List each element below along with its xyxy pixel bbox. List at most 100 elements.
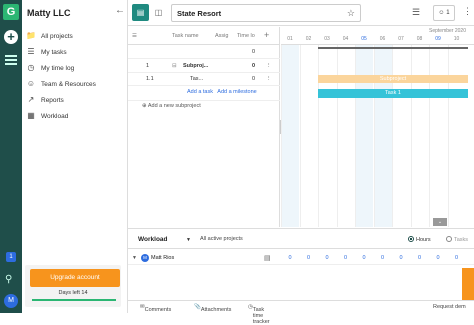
row-number: 1 — [146, 63, 150, 69]
row-menu-icon[interactable]: ⋮ — [266, 76, 272, 82]
sidebar-item-reports[interactable]: ↗ Reports — [26, 92, 126, 108]
task-bar[interactable]: Task 1 — [318, 89, 468, 98]
workload-value: 0 — [380, 255, 385, 261]
gantt-day-column — [447, 45, 466, 227]
gantt-day-label: 07 — [398, 36, 404, 42]
chevron-down-icon[interactable]: ▼ — [186, 237, 191, 243]
gantt-day-column — [318, 45, 336, 227]
gantt-day-label: 09 — [435, 36, 441, 42]
app-logo[interactable]: G — [3, 4, 19, 20]
month-label: September 2020 — [429, 28, 466, 34]
workload-value: 0 — [325, 255, 329, 261]
workload-panel: Workload ▼ All active projects Hours Tas… — [128, 228, 474, 300]
table-row: 0 — [128, 46, 280, 59]
top-bar: ▤ ◫ State Resort ☆ ☰ ☺ 1 ⋮ — [128, 0, 474, 26]
upgrade-button[interactable]: Upgrade account — [30, 269, 120, 287]
workload-value: 0 — [417, 255, 422, 261]
notification-badge[interactable]: 1 — [6, 252, 16, 262]
row-name[interactable]: Tas... — [190, 76, 203, 82]
workload-value: 0 — [436, 255, 440, 261]
workload-value: 0 — [362, 255, 366, 261]
attachments-button[interactable]: 📎 Attachments — [194, 304, 231, 313]
row-name[interactable]: Subproj... — [183, 63, 208, 69]
workload-value: 0 — [288, 255, 292, 261]
gantt-chart: September 2020 01 02 03 04 05 06 07 08 09 10 Subp… — [281, 27, 474, 227]
gantt-days-header: 01 02 03 04 05 06 07 08 09 10 — [281, 36, 474, 45]
gantt-day-column — [336, 45, 355, 227]
add-milestone-link[interactable]: Add a milestone — [217, 89, 256, 95]
gantt-day-column — [373, 45, 392, 227]
grid-header: ☰ Task name Assig Time lo + — [128, 27, 280, 45]
tasks-label: Tasks — [454, 237, 469, 243]
add-subproject-label: Add a new subproject — [147, 103, 201, 109]
people-count: 1 — [446, 10, 450, 16]
add-links: Add a task Add a milestone — [187, 89, 257, 95]
sidebar-item-label: All projects — [41, 32, 73, 40]
sidebar-item-workload[interactable]: ▦ Workload — [26, 108, 126, 124]
gantt-day-label: 04 — [342, 36, 349, 42]
board-view-icon[interactable]: ◫ — [150, 4, 167, 21]
gantt-view-icon[interactable]: ▤ — [132, 4, 149, 21]
column-assigned[interactable]: Assig — [215, 33, 228, 39]
create-button[interactable]: + — [4, 30, 18, 44]
workload-value: 0 — [343, 255, 348, 261]
gantt-day-label: 01 — [287, 36, 293, 42]
search-icon[interactable]: ⚲ — [5, 274, 12, 285]
sidebar-item-team[interactable]: ☺ Team & Resources — [26, 76, 126, 92]
days-left: Days left 14 — [58, 290, 88, 296]
columns-icon[interactable]: ☰ — [132, 33, 137, 39]
gantt-day-label: 05 — [361, 36, 367, 42]
collapse-icon[interactable]: ⊟ — [172, 63, 177, 69]
user-avatar[interactable]: M — [4, 294, 18, 308]
gantt-day-column — [410, 45, 429, 227]
workload-filter[interactable]: All active projects — [200, 236, 243, 242]
workload-value: 0 — [306, 255, 311, 261]
row-time: 0 — [252, 76, 256, 82]
hours-radio[interactable]: Hours — [408, 236, 431, 243]
sidebar-item-label: My tasks — [41, 48, 67, 56]
sidebar-nav: 📁 All projects ☰ My tasks ◷ My time log ☺ Te… — [26, 28, 126, 124]
sidebar-item-all-projects[interactable]: 📁 All projects — [26, 28, 126, 44]
workload-title: Workload — [138, 236, 168, 243]
calendar-icon[interactable]: ▤ — [264, 254, 271, 262]
back-arrow-icon[interactable]: ← — [115, 5, 125, 16]
project-title-field[interactable]: State Resort ☆ — [171, 4, 361, 22]
table-row[interactable]: 1.1 Tas... 0 ⋮ — [128, 73, 280, 86]
attachments-label: Attachments — [200, 307, 232, 313]
comments-button[interactable]: ✉ Comments — [140, 304, 171, 313]
project-bar[interactable] — [318, 47, 468, 49]
task-grid: ☰ Task name Assig Time lo + 0 1 ⊟ Subpro… — [128, 27, 280, 227]
gantt-day-label: 03 — [324, 36, 330, 42]
sidebar-item-my-tasks[interactable]: ☰ My tasks — [26, 44, 126, 60]
team-icon: ☺ — [26, 79, 36, 88]
row-menu-icon[interactable]: ⋮ — [266, 63, 272, 69]
collapse-workload-icon[interactable]: ⌄ — [433, 218, 447, 226]
sidebar-item-label: Workload — [41, 112, 69, 120]
table-row[interactable]: 1 ⊟ Subproj... 0 ⋮ — [128, 60, 280, 73]
people-button[interactable]: ☺ 1 — [433, 5, 455, 21]
row-time: 0 — [252, 63, 256, 69]
tasks-radio[interactable]: Tasks — [446, 236, 468, 243]
expand-icon[interactable]: ▼ — [132, 255, 137, 261]
gantt-day-column — [299, 45, 318, 227]
add-task-link[interactable]: Add a task — [187, 89, 213, 95]
menu-icon[interactable] — [5, 55, 17, 65]
trial-progress-bar — [32, 299, 116, 301]
clock-icon: ◷ — [27, 63, 35, 72]
column-task-name[interactable]: Task name — [172, 33, 199, 39]
help-tab[interactable] — [462, 268, 474, 300]
more-icon[interactable]: ⋮ — [463, 6, 472, 17]
add-column-icon[interactable]: + — [264, 30, 269, 40]
sidebar-item-time-log[interactable]: ◷ My time log — [26, 60, 126, 76]
filter-icon[interactable]: ☰ — [412, 7, 420, 18]
time-tracker-button[interactable]: ◷ Task time tracker — [248, 304, 270, 325]
add-subproject-link[interactable]: ⊕ Add a new subproject — [142, 103, 201, 109]
column-time[interactable]: Time lo — [237, 33, 255, 39]
project-title: State Resort — [177, 9, 222, 18]
star-icon[interactable]: ☆ — [347, 8, 355, 19]
subproject-bar[interactable]: Subproject — [318, 75, 468, 83]
workload-row: ▼ M Matt Rios ▤ 0 0 0 0 0 0 0 0 0 0 — [128, 251, 474, 265]
request-demo-link[interactable]: Request dem — [433, 304, 466, 310]
grid-icon: ▦ — [27, 111, 35, 120]
gantt-day-label: 02 — [305, 36, 312, 42]
